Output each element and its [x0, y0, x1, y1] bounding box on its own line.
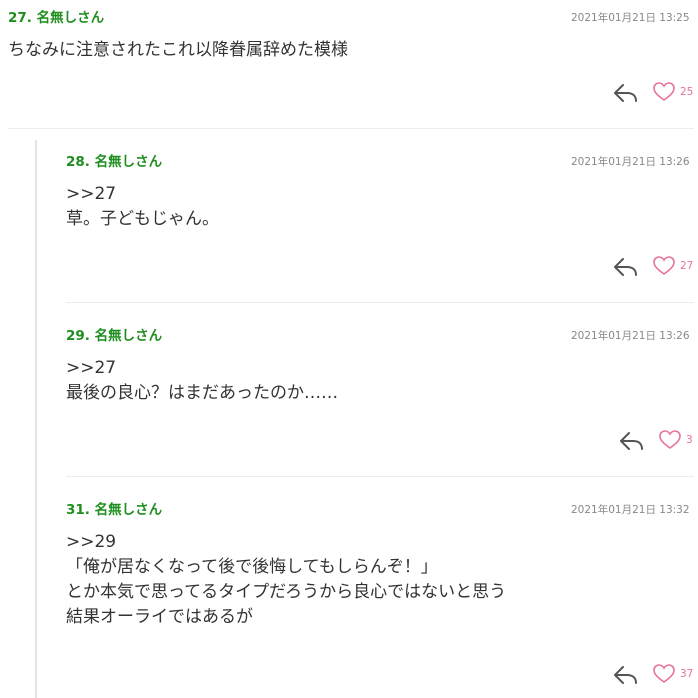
comment-actions: 27: [612, 254, 698, 280]
reply-thread-line: [35, 140, 37, 698]
comment-28: 28. 名無しさん 2021年01月21日 13:26 >>27 草。子どもじゃ…: [66, 152, 693, 232]
comment-line: >>27: [66, 184, 117, 204]
comment-line: 最後の良心？はまだあったのか‥‥‥: [66, 383, 339, 403]
comment-date: 2021年01月21日 13:32: [571, 504, 690, 516]
comment-header: 28. 名無しさん 2021年01月21日 13:26: [66, 152, 693, 172]
reply-arrow-icon[interactable]: [612, 254, 640, 280]
author-name: 名無しさん: [94, 502, 163, 518]
reply-arrow-icon[interactable]: [618, 428, 646, 454]
comment-body: >>27 草。子どもじゃん。: [66, 182, 693, 232]
comment-number: 31.: [66, 502, 90, 518]
reply-arrow-icon[interactable]: [612, 662, 640, 688]
comment-line: >>27: [66, 358, 117, 378]
comment-line: ちなみに注意されたこれ以降眷属辞めた模様: [8, 40, 348, 60]
comment-actions: 3: [618, 428, 698, 454]
heart-outline-icon[interactable]: [652, 80, 676, 104]
heart-outline-icon[interactable]: [652, 662, 676, 686]
comment-divider: [66, 302, 694, 303]
comment-number: 28.: [66, 154, 90, 170]
like-count: 37: [680, 668, 694, 680]
like-count: 27: [680, 260, 694, 272]
author-name: 名無しさん: [36, 10, 105, 26]
comment-line: 「俺が居なくなって後で後悔してもしらんぞ！」: [66, 557, 438, 577]
comment-body: ちなみに注意されたこれ以降眷属辞めた模様: [8, 38, 693, 63]
comment-line: とか本気で思ってるタイプだろうから良心ではないと思う: [66, 582, 507, 602]
comment-31: 31. 名無しさん 2021年01月21日 13:32 >>29 「俺が居なくな…: [66, 500, 693, 630]
comment-line: >>29: [66, 532, 117, 552]
comment-header: 31. 名無しさん 2021年01月21日 13:32: [66, 500, 693, 520]
comment-body: >>29 「俺が居なくなって後で後悔してもしらんぞ！」 とか本気で思ってるタイプ…: [66, 530, 693, 630]
comment-line: 草。子どもじゃん。: [66, 209, 219, 229]
comment-date: 2021年01月21日 13:26: [571, 156, 690, 168]
comment-divider: [66, 476, 694, 477]
heart-outline-icon[interactable]: [652, 254, 676, 278]
comment-date: 2021年01月21日 13:26: [571, 330, 690, 342]
comment-actions: 37: [612, 662, 698, 688]
like-count: 25: [680, 86, 694, 98]
comment-author[interactable]: 31. 名無しさん: [66, 500, 162, 520]
comment-actions: 25: [612, 80, 698, 106]
comment-header: 29. 名無しさん 2021年01月21日 13:26: [66, 326, 693, 346]
comment-header: 27. 名無しさん 2021年01月21日 13:25: [8, 8, 693, 28]
author-name: 名無しさん: [94, 154, 163, 170]
heart-outline-icon[interactable]: [658, 428, 682, 452]
comment-divider: [8, 128, 694, 129]
comment-line: 結果オーライではあるが: [66, 607, 253, 627]
reply-arrow-icon[interactable]: [612, 80, 640, 106]
comment-author[interactable]: 28. 名無しさん: [66, 152, 162, 172]
comment-date: 2021年01月21日 13:25: [571, 12, 690, 24]
comment-27: 27. 名無しさん 2021年01月21日 13:25 ちなみに注意されたこれ以…: [8, 8, 693, 63]
comment-author[interactable]: 27. 名無しさん: [8, 8, 104, 28]
comment-number: 29.: [66, 328, 90, 344]
author-name: 名無しさん: [94, 328, 163, 344]
comment-body: >>27 最後の良心？はまだあったのか‥‥‥: [66, 356, 693, 406]
comment-number: 27.: [8, 10, 32, 26]
like-count: 3: [686, 434, 693, 446]
comment-author[interactable]: 29. 名無しさん: [66, 326, 162, 346]
comment-29: 29. 名無しさん 2021年01月21日 13:26 >>27 最後の良心？は…: [66, 326, 693, 406]
